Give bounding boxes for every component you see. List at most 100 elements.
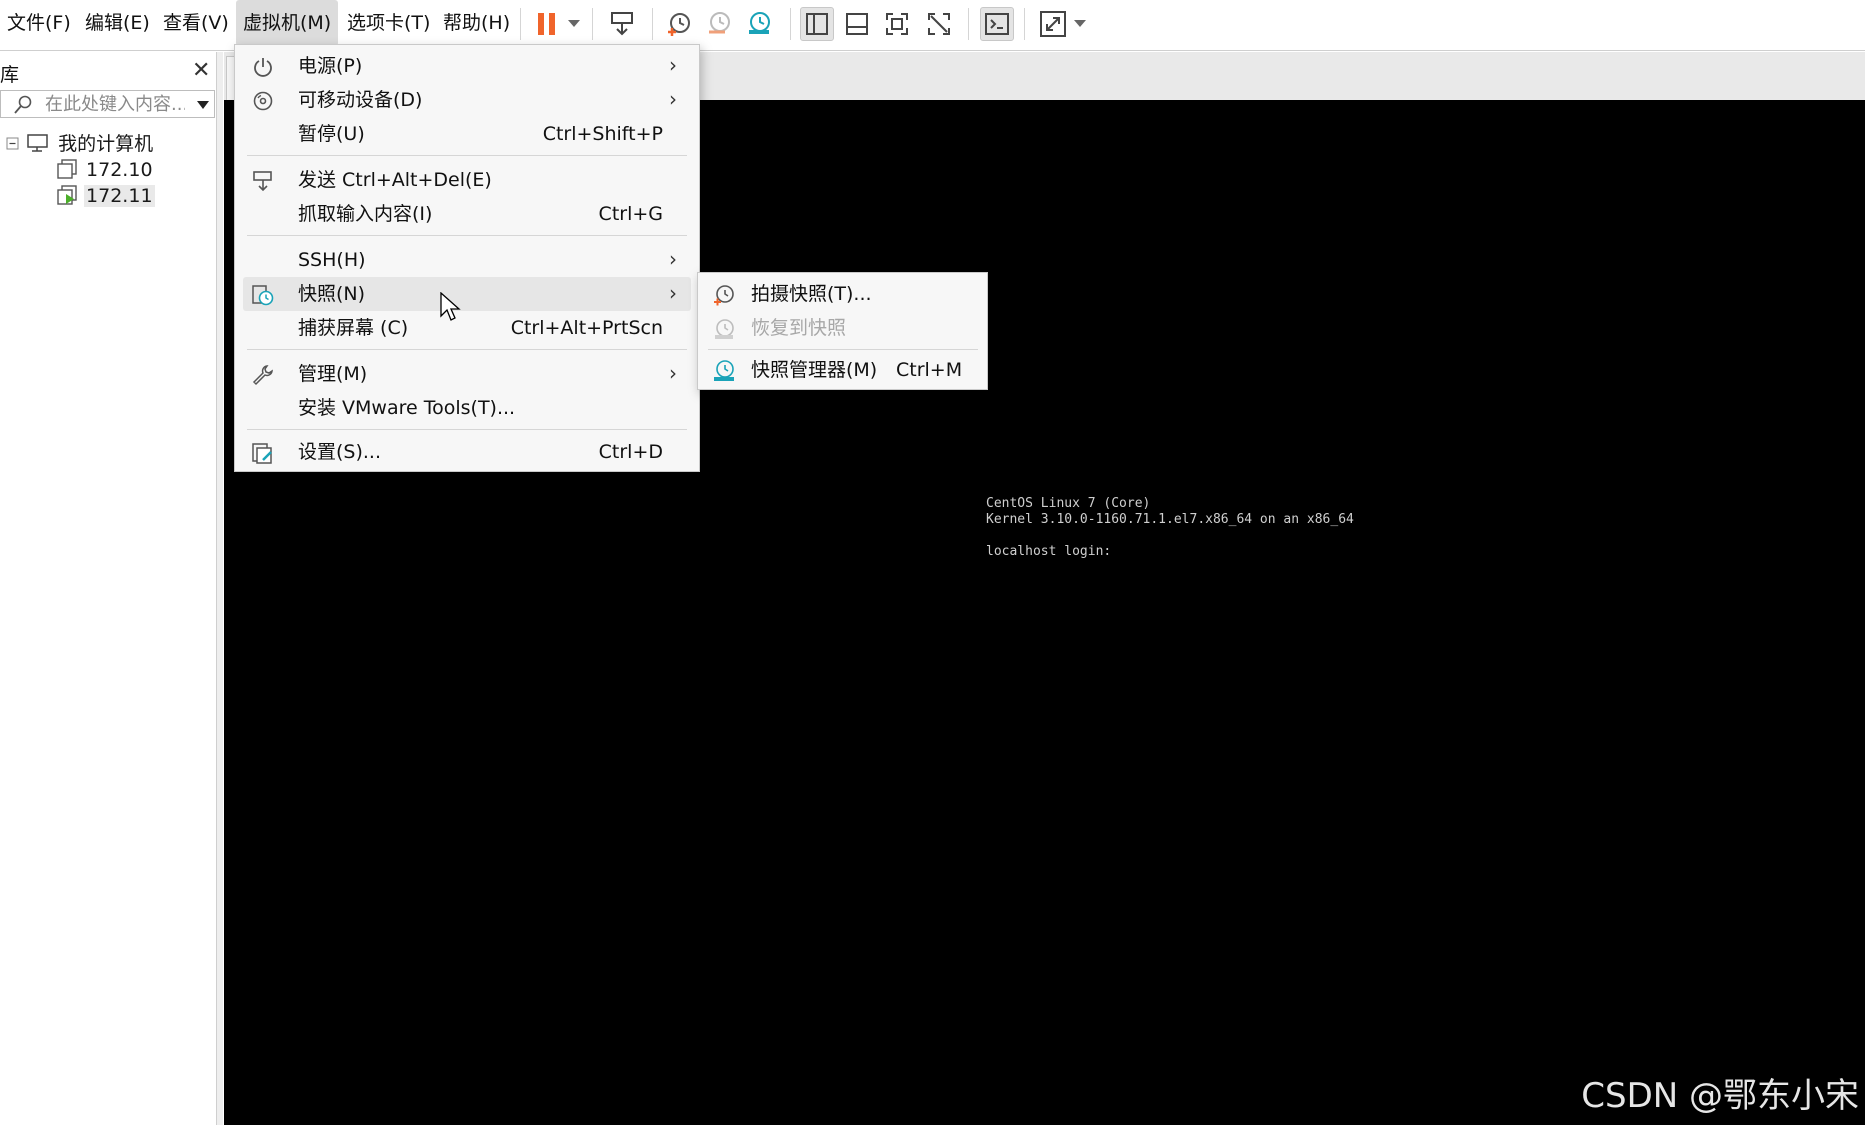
watermark: CSDN @鄂东小宋 (1581, 1076, 1859, 1116)
menu-item-pause[interactable]: 暂停(U) Ctrl+Shift+P (243, 117, 691, 151)
unity-button[interactable] (922, 7, 956, 41)
toolbar-separator (790, 8, 791, 40)
chevron-right-icon: › (669, 247, 677, 271)
menu-item-label: 捕获屏幕 (C) (298, 317, 409, 339)
take-snapshot-button[interactable] (662, 7, 696, 41)
tree-vm-item-selected[interactable]: 172.11 (56, 184, 155, 208)
menu-item-removable-devices[interactable]: 可移动设备(D) › (243, 83, 691, 117)
chevron-right-icon: › (669, 87, 677, 111)
menu-file[interactable]: 文件(F) (0, 0, 78, 46)
menu-item-manage[interactable]: 管理(M) › (243, 357, 691, 391)
pause-button[interactable] (530, 7, 564, 41)
toolbar-separator (652, 8, 653, 40)
vm-running-icon (57, 185, 77, 205)
submenu-item-take-snapshot[interactable]: 拍摄快照(T)... (704, 277, 982, 311)
stretch-dropdown-arrow[interactable] (1074, 20, 1086, 27)
stretch-button[interactable] (1036, 7, 1070, 41)
tree-root-label: 我的计算机 (58, 133, 154, 155)
toolbar-separator (1024, 8, 1025, 40)
menu-item-label: 设置(S)... (298, 441, 382, 463)
mouse-cursor-icon (440, 292, 461, 321)
menu-separator (247, 349, 687, 350)
menu-item-label: 快照(N) (298, 283, 366, 305)
power-icon (254, 58, 272, 77)
submenu-item-snapshot-manager[interactable]: 快照管理器(M) Ctrl+M (704, 353, 982, 387)
take-snapshot-icon (668, 13, 690, 36)
console-view-icon (985, 13, 1009, 35)
stretch-icon (1040, 11, 1066, 37)
revert-snapshot-button[interactable] (702, 7, 736, 41)
menu-item-install-vmware-tools[interactable]: 安装 VMware Tools(T)... (243, 391, 691, 425)
toolbar-separator (592, 8, 593, 40)
tree-vm-label: 172.11 (84, 185, 155, 207)
settings-icon (252, 443, 272, 464)
menu-item-label: 电源(P) (298, 55, 363, 77)
snapshot-manager-icon (714, 360, 734, 381)
thumbnail-bar-button[interactable] (840, 7, 874, 41)
menu-item-shortcut: Ctrl+Shift+P (542, 123, 663, 145)
menu-item-label: 暂停(U) (298, 123, 365, 145)
menu-vm[interactable]: 虚拟机(M) (236, 0, 339, 46)
send-keys-icon (253, 171, 272, 192)
chevron-right-icon: › (669, 53, 677, 77)
menu-separator (708, 349, 978, 350)
menu-item-power[interactable]: 电源(P) › (243, 49, 691, 83)
menu-item-label: 管理(M) (298, 363, 368, 385)
snapshot-submenu: 拍摄快照(T)... 恢复到快照 快照管理器(M) Ctrl+M (697, 272, 988, 390)
console-output: CentOS Linux 7 (Core) Kernel 3.10.0-1160… (986, 496, 1354, 559)
submenu-item-revert-snapshot: 恢复到快照 (704, 311, 982, 345)
submenu-item-label: 拍摄快照(T)... (751, 283, 872, 305)
search-icon (14, 95, 32, 114)
menu-separator (247, 235, 687, 236)
library-view-button[interactable] (800, 7, 834, 41)
thumbnail-bar-icon (846, 13, 868, 35)
library-view-icon (806, 13, 828, 35)
console-view-button[interactable] (980, 7, 1014, 41)
menu-separator (247, 429, 687, 430)
vm-icon (57, 159, 77, 179)
fullscreen-button[interactable] (880, 7, 914, 41)
menu-item-label: SSH(H) (298, 249, 366, 271)
unity-icon (928, 13, 950, 35)
menu-item-capture-screen[interactable]: 捕获屏幕 (C) Ctrl+Alt+PrtScn (243, 311, 691, 345)
take-snapshot-icon (714, 285, 734, 306)
close-icon: ✕ (192, 58, 211, 83)
chevron-right-icon: › (669, 281, 677, 305)
menu-item-label: 安装 VMware Tools(T)... (298, 397, 516, 419)
search-dropdown-arrow[interactable] (197, 101, 209, 109)
send-keys-button[interactable] (606, 7, 640, 41)
collapse-icon[interactable] (6, 137, 20, 151)
menu-item-shortcut: Ctrl+D (598, 441, 663, 463)
menu-item-snapshot[interactable]: 快照(N) › (243, 277, 691, 311)
computer-icon (27, 134, 48, 152)
snapshot-manager-button[interactable] (742, 7, 776, 41)
disc-icon (253, 91, 273, 111)
revert-snapshot-icon (715, 319, 734, 339)
menu-separator (247, 155, 687, 156)
snapshot-manager-icon (749, 12, 770, 34)
send-keys-icon (611, 12, 633, 36)
toolbar-separator (520, 8, 521, 40)
tree-vm-item[interactable]: 172.10 (56, 158, 155, 182)
library-search-box[interactable] (0, 90, 215, 118)
chevron-right-icon: › (669, 361, 677, 385)
menu-item-send-ctrl-alt-del[interactable]: 发送 Ctrl+Alt+Del(E) (243, 163, 691, 197)
menu-item-label: 抓取输入内容(I) (298, 203, 433, 225)
pause-dropdown-arrow[interactable] (568, 20, 580, 27)
submenu-item-label: 快照管理器(M) (751, 359, 878, 381)
vm-dropdown-menu: 电源(P) › 可移动设备(D) › 暂停(U) Ctrl+Shift+P 发送… (234, 44, 700, 472)
menu-item-grab-input[interactable]: 抓取输入内容(I) Ctrl+G (243, 197, 691, 231)
menu-item-settings[interactable]: 设置(S)... Ctrl+D (243, 435, 691, 469)
tree-vm-label: 172.10 (86, 159, 153, 181)
menu-help[interactable]: 帮助(H) (436, 0, 517, 46)
library-close-button[interactable]: ✕ (192, 58, 210, 83)
library-splitter[interactable] (216, 52, 223, 1125)
tree-root-my-computer[interactable]: 我的计算机 (6, 132, 155, 156)
library-search-input[interactable] (45, 93, 185, 115)
menu-edit[interactable]: 编辑(E) (78, 0, 157, 46)
menu-item-label: 可移动设备(D) (298, 89, 423, 111)
submenu-item-shortcut: Ctrl+M (896, 359, 963, 381)
menu-item-ssh[interactable]: SSH(H) › (243, 243, 691, 277)
menu-tabs[interactable]: 选项卡(T) (340, 0, 437, 46)
menu-view[interactable]: 查看(V) (156, 0, 236, 46)
